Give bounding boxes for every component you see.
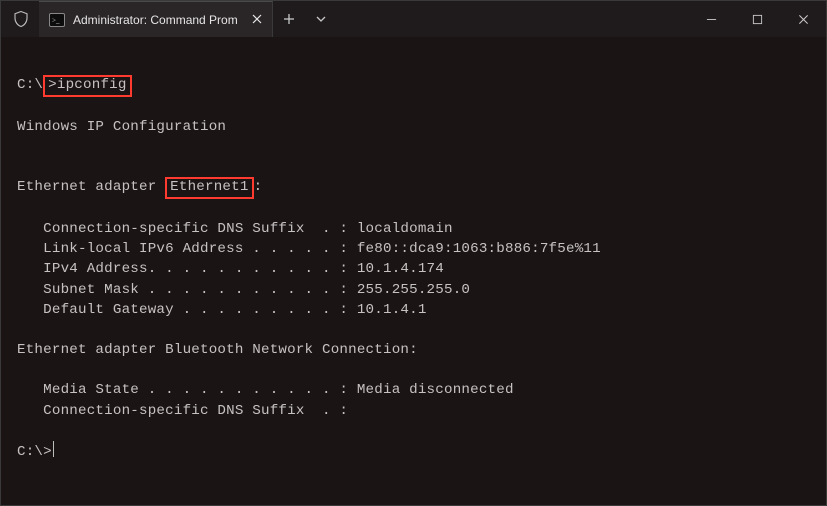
tab-close-button[interactable] xyxy=(252,12,262,27)
tab-title: Administrator: Command Prom xyxy=(73,13,238,27)
adapter1-suffix: : xyxy=(254,179,263,195)
prompt-path: C:\ xyxy=(17,77,43,93)
adapter1-prefix: Ethernet adapter xyxy=(17,179,165,195)
prompt-line-1: C:\>ipconfig xyxy=(17,75,810,97)
prompt-line-2: C:\> xyxy=(17,441,810,462)
highlight-adapter-name: Ethernet1 xyxy=(165,177,253,199)
adapter2-heading: Ethernet adapter Bluetooth Network Conne… xyxy=(17,340,810,360)
adapter2-dns-suffix: Connection-specific DNS Suffix . : xyxy=(17,401,810,421)
close-window-button[interactable] xyxy=(780,1,826,37)
adapter1-dns-suffix: Connection-specific DNS Suffix . : local… xyxy=(17,219,810,239)
shield-icon xyxy=(11,9,31,29)
adapter1-ipv4: IPv4 Address. . . . . . . . . . . : 10.1… xyxy=(17,259,810,279)
prompt-text: C:\> xyxy=(17,444,52,460)
tab-cmd[interactable]: >_ Administrator: Command Prom xyxy=(39,1,273,37)
minimize-button[interactable] xyxy=(688,1,734,37)
tab-dropdown-button[interactable] xyxy=(305,1,337,37)
window-controls xyxy=(688,1,826,37)
adapter2-media-state: Media State . . . . . . . . . . . : Medi… xyxy=(17,380,810,400)
cmd-icon: >_ xyxy=(49,13,65,27)
cursor-icon xyxy=(53,441,55,457)
adapter1-heading: Ethernet adapter Ethernet1: xyxy=(17,177,810,199)
svg-text:>_: >_ xyxy=(52,16,60,24)
adapter1-subnet-mask: Subnet Mask . . . . . . . . . . . : 255.… xyxy=(17,280,810,300)
adapter1-gateway: Default Gateway . . . . . . . . . : 10.1… xyxy=(17,300,810,320)
adapter1-ipv6: Link-local IPv6 Address . . . . . : fe80… xyxy=(17,239,810,259)
ip-config-header: Windows IP Configuration xyxy=(17,117,810,137)
new-tab-button[interactable] xyxy=(273,1,305,37)
terminal-output[interactable]: C:\>ipconfig Windows IP Configuration Et… xyxy=(1,37,826,478)
titlebar: >_ Administrator: Command Prom xyxy=(1,1,826,37)
maximize-button[interactable] xyxy=(734,1,780,37)
titlebar-left: >_ Administrator: Command Prom xyxy=(1,1,337,37)
highlight-command: >ipconfig xyxy=(43,75,131,97)
